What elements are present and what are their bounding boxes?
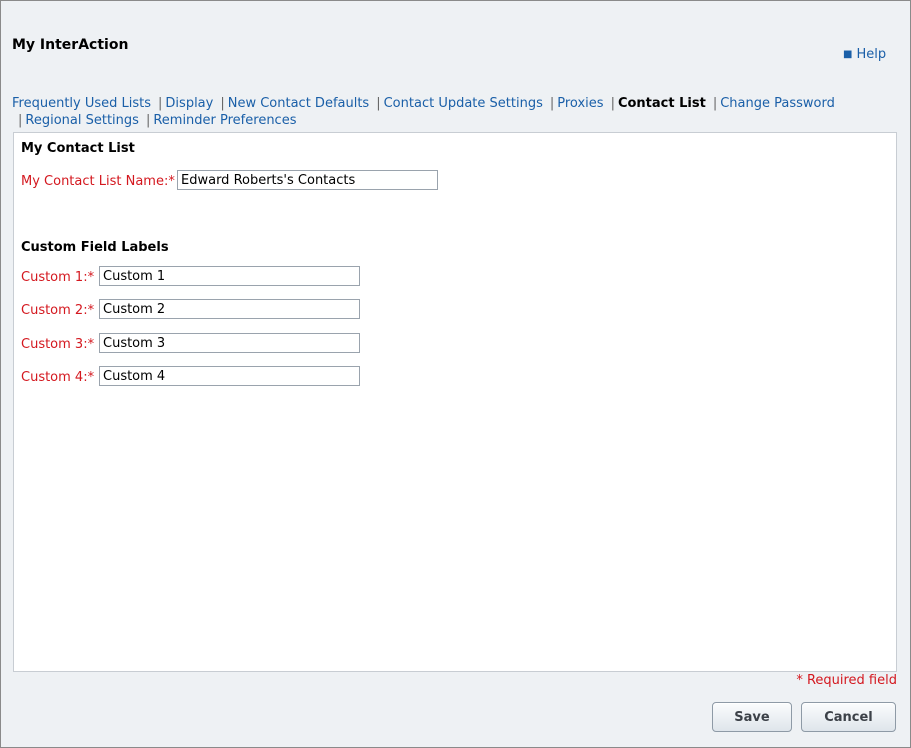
- required-field-note: * Required field: [796, 673, 897, 688]
- tab-frequently-used-lists[interactable]: Frequently Used Lists: [12, 96, 151, 111]
- bullet-icon: ■: [843, 49, 853, 60]
- tab-separator: |: [549, 96, 555, 111]
- tab-change-password[interactable]: Change Password: [720, 96, 835, 111]
- help-label: Help: [856, 47, 887, 62]
- custom-2-input[interactable]: [99, 299, 360, 319]
- custom-2-label: Custom 2:*: [21, 303, 95, 318]
- preferences-window: My InterAction ■ Help Frequently Used Lis…: [0, 0, 911, 748]
- tab-separator: |: [18, 113, 23, 128]
- tab-separator: |: [610, 96, 615, 111]
- tab-contact-update-settings[interactable]: Contact Update Settings: [384, 96, 543, 111]
- custom-field-labels-heading: Custom Field Labels: [21, 240, 169, 255]
- tab-separator: |: [145, 113, 151, 128]
- contact-list-panel: My Contact List My Contact List Name:* C…: [13, 132, 897, 672]
- tab-proxies[interactable]: Proxies: [557, 96, 603, 111]
- preference-tabs: Frequently Used Lists | Display | New Contac…: [12, 95, 902, 129]
- tab-display[interactable]: Display: [165, 96, 213, 111]
- contact-list-name-input[interactable]: [177, 170, 438, 190]
- help-link[interactable]: ■ Help: [843, 47, 886, 62]
- tab-new-contact-defaults[interactable]: New Contact Defaults: [228, 96, 369, 111]
- tab-separator: |: [712, 96, 718, 111]
- custom-3-label: Custom 3:*: [21, 337, 95, 352]
- tab-separator: |: [376, 96, 381, 111]
- tab-reminder-preferences[interactable]: Reminder Preferences: [153, 113, 296, 128]
- window-title: My InterAction: [12, 37, 129, 53]
- tab-contact-list[interactable]: Contact List: [618, 96, 706, 111]
- custom-1-label: Custom 1:*: [21, 270, 95, 285]
- my-contact-list-heading: My Contact List: [21, 141, 135, 156]
- custom-3-input[interactable]: [99, 333, 360, 353]
- custom-4-input[interactable]: [99, 366, 360, 386]
- tab-regional-settings[interactable]: Regional Settings: [25, 113, 139, 128]
- cancel-button[interactable]: Cancel: [801, 702, 896, 732]
- tab-separator: |: [158, 96, 163, 111]
- tab-separator: |: [220, 96, 225, 111]
- custom-1-input[interactable]: [99, 266, 360, 286]
- save-button[interactable]: Save: [712, 702, 792, 732]
- contact-list-name-label: My Contact List Name:*: [21, 174, 175, 189]
- custom-4-label: Custom 4:*: [21, 370, 95, 385]
